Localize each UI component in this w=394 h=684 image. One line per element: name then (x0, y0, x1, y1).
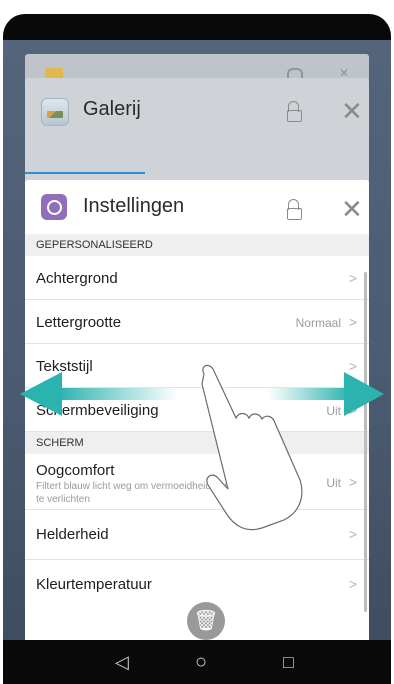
section-header-personalized: GEPERSONALISEERD (25, 234, 369, 256)
settings-row-oogcomfort[interactable]: Oogcomfort Filtert blauw licht weg om ve… (25, 454, 369, 510)
settings-row-helderheid[interactable]: Helderheid > (25, 510, 369, 560)
row-value: Uit (326, 476, 341, 490)
recents-icon[interactable]: □ (283, 650, 294, 674)
progress-indicator (25, 172, 145, 174)
card-title: Galerij (83, 98, 141, 120)
row-label: Achtergrond (36, 270, 118, 287)
recent-app-card-instellingen[interactable]: Instellingen ✕ GEPERSONALISEERD Achtergr… (25, 180, 369, 640)
chevron-right-icon: > (348, 358, 357, 374)
memory-status: 1.001 MB van 2 GB vrij (150, 578, 244, 588)
row-label: Helderheid (36, 526, 109, 543)
row-label: Tekststijl (36, 358, 93, 375)
settings-row-achtergrond[interactable]: Achtergrond > (25, 256, 369, 300)
chevron-right-icon: > (348, 314, 357, 330)
row-label: Lettergrootte (36, 314, 122, 331)
card-title: Instellingen (83, 195, 185, 217)
settings-row-tekststijl[interactable]: Tekststijl > (25, 344, 369, 388)
lock-icon[interactable] (287, 101, 302, 122)
lock-icon[interactable] (287, 199, 302, 220)
row-value: Normaal (295, 316, 341, 330)
row-label: Oogcomfort (36, 462, 115, 479)
scrollbar[interactable] (364, 272, 367, 612)
phone-frame: ✕ Galerij ✕ Instellingen ✕ GEPERSONALISE… (3, 14, 391, 684)
row-value: Uit (326, 404, 341, 418)
settings-row-lettergrootte[interactable]: Lettergrootte Normaal > (25, 300, 369, 344)
chevron-right-icon: > (348, 402, 357, 418)
close-icon[interactable]: ✕ (341, 196, 363, 222)
chevron-right-icon: > (348, 474, 357, 490)
gallery-app-icon (41, 98, 69, 126)
settings-row-schermbeveiliging[interactable]: Schermbeveiliging Uit > (25, 388, 369, 432)
row-description: Filtert blauw licht weg om vermoeidheid … (36, 481, 269, 505)
section-header-screen: SCHERM (25, 432, 369, 454)
settings-app-icon (41, 194, 67, 220)
lock-icon[interactable] (287, 68, 303, 78)
home-icon[interactable]: ○ (195, 650, 207, 674)
card-header: Galerij ✕ (25, 78, 369, 142)
card-header: Instellingen ✕ (25, 180, 369, 234)
app-icon (45, 68, 63, 78)
close-icon[interactable]: ✕ (341, 98, 363, 124)
back-icon[interactable]: ◁ (115, 650, 129, 674)
chevron-right-icon: > (348, 270, 357, 286)
trash-icon[interactable]: 🗑 (187, 602, 225, 640)
row-label: Schermbeveiliging (36, 402, 159, 419)
navigation-bar: ◁ ○ □ (3, 640, 391, 684)
chevron-right-icon: > (348, 526, 357, 542)
recent-apps-screen: ✕ Galerij ✕ Instellingen ✕ GEPERSONALISE… (3, 40, 391, 640)
